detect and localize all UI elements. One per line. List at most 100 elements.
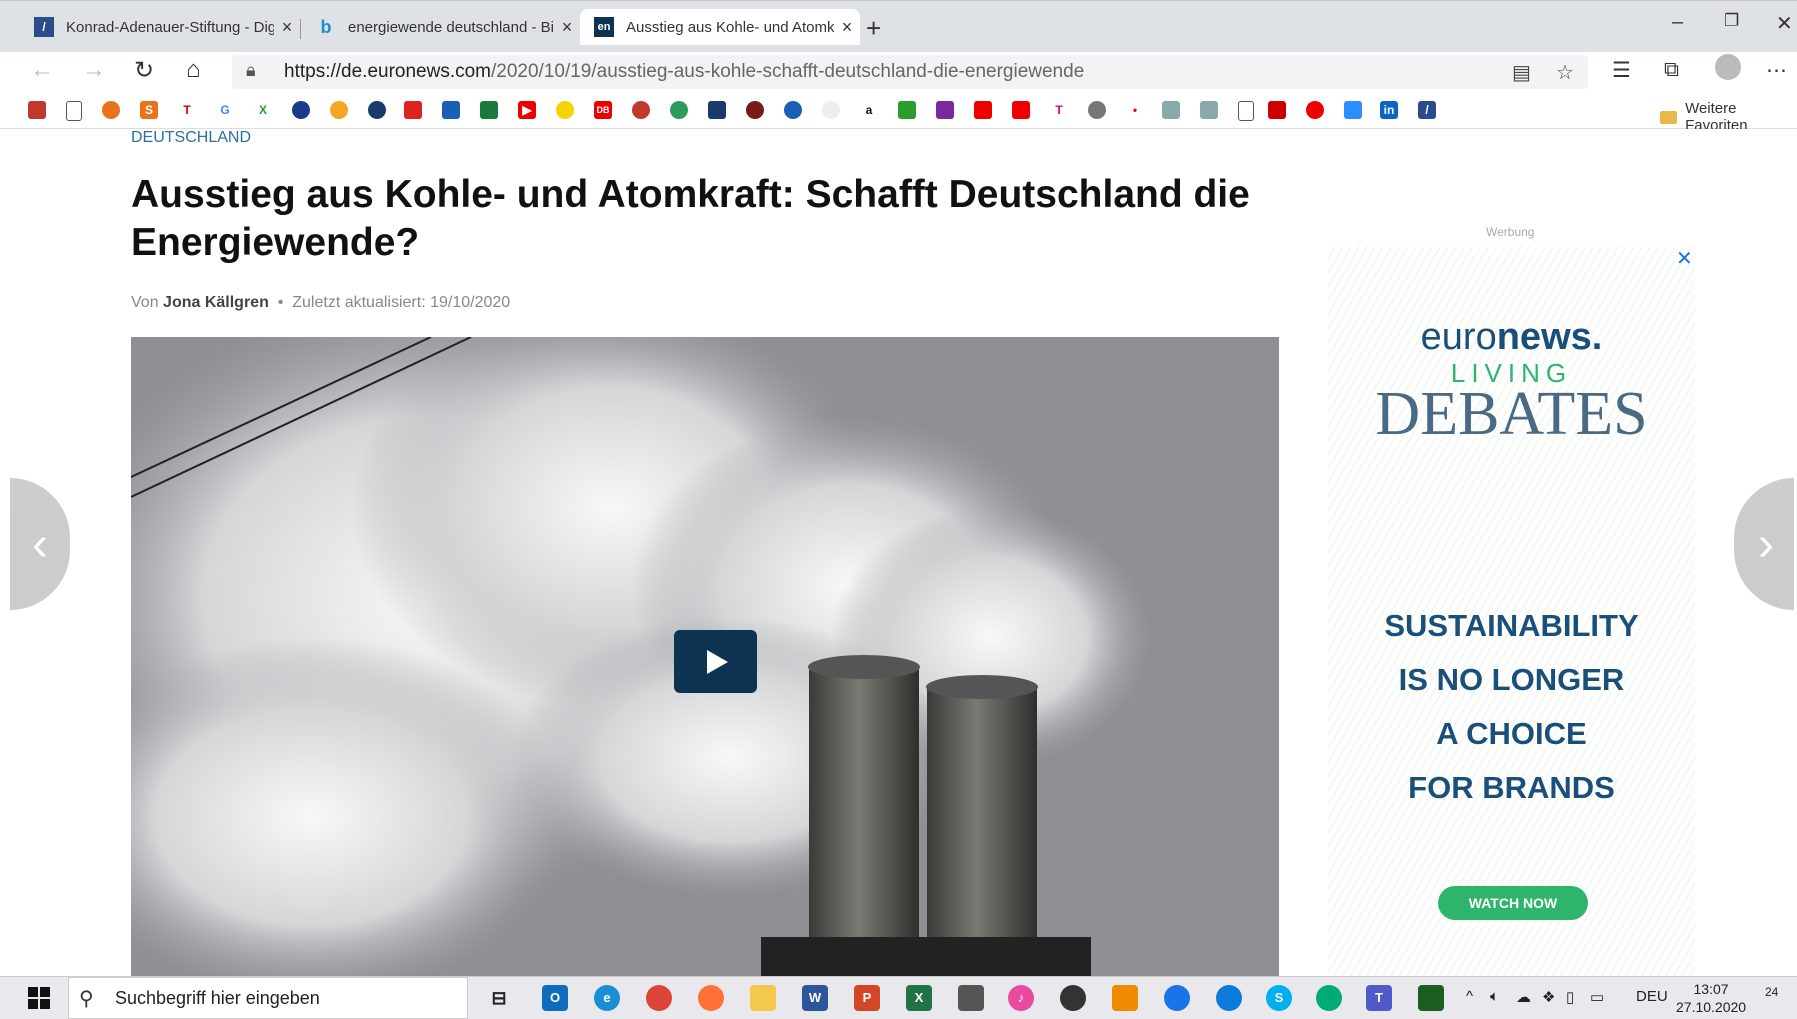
bookmark-icon[interactable] <box>1088 101 1106 119</box>
bookmark-icon[interactable]: T <box>178 101 196 119</box>
close-tab-icon[interactable]: × <box>834 17 860 38</box>
word-icon[interactable]: W <box>802 985 828 1011</box>
bookmark-icon[interactable] <box>1200 101 1218 119</box>
favorites-icon[interactable]: ☰ <box>1612 58 1631 83</box>
play-button[interactable] <box>674 630 757 693</box>
new-tab-button[interactable]: + <box>866 13 881 44</box>
back-button[interactable]: ← <box>30 56 54 84</box>
task-view-icon[interactable]: ⊟ <box>486 985 512 1011</box>
bookmark-icon[interactable] <box>632 101 650 119</box>
app-icon[interactable] <box>1316 985 1342 1011</box>
itunes-icon[interactable]: ♪ <box>1008 985 1034 1011</box>
bookmark-apps-icon[interactable] <box>28 101 46 119</box>
app-icon[interactable] <box>1418 985 1444 1011</box>
skype-icon[interactable]: S <box>1266 985 1292 1011</box>
bookmark-page-icon[interactable] <box>66 101 82 121</box>
bookmark-icon[interactable] <box>1306 101 1324 119</box>
sparkasse-icon[interactable] <box>1012 101 1030 119</box>
advertisement[interactable]: ✕ euronews. LIVING DEBATES SUSTAINABILIT… <box>1328 246 1695 976</box>
more-menu-icon[interactable]: ⋯ <box>1766 58 1787 83</box>
bookmark-icon[interactable] <box>1162 101 1180 119</box>
volume-icon[interactable]: 🔈︎ <box>1490 988 1499 1005</box>
tray-chevron-icon[interactable]: ^ <box>1466 988 1473 1005</box>
url-text[interactable]: https://de.euronews.com/2020/10/19/ausst… <box>284 61 1084 83</box>
address-bar[interactable]: 🔒︎ https://de.euronews.com/2020/10/19/au… <box>232 55 1588 89</box>
bookmark-icon[interactable] <box>708 101 726 119</box>
ad-close-icon[interactable]: ✕ <box>1676 246 1693 271</box>
favorite-star-icon[interactable]: ☆ <box>1556 60 1574 85</box>
profile-avatar[interactable] <box>1715 54 1741 80</box>
excel-icon[interactable]: X <box>906 985 932 1011</box>
kas-icon[interactable]: / <box>1418 101 1436 119</box>
network-icon[interactable]: ☁ <box>1516 988 1531 1006</box>
chrome-icon[interactable] <box>646 985 672 1011</box>
flickr-icon[interactable]: • <box>1126 101 1144 119</box>
taskbar-search-box[interactable]: ⚲ Suchbegriff hier eingeben <box>68 977 468 1019</box>
sparkasse-icon[interactable] <box>974 101 992 119</box>
carousel-next-button[interactable]: › <box>1734 478 1794 610</box>
restore-button[interactable]: ❐ <box>1724 11 1739 31</box>
amazon-icon[interactable]: a <box>860 101 878 119</box>
xing-icon[interactable]: X <box>254 101 272 119</box>
db-icon[interactable]: DB <box>594 101 612 119</box>
section-link[interactable]: DEUTSCHLAND <box>131 129 251 147</box>
bookmark-icon[interactable] <box>670 101 688 119</box>
teamviewer-icon[interactable] <box>1164 985 1190 1011</box>
bookmark-page-icon[interactable] <box>1238 101 1254 121</box>
firefox-icon[interactable] <box>698 985 724 1011</box>
tab-euronews-active[interactable]: en Ausstieg aus Kohle- und Atomkr × <box>580 9 860 45</box>
system-clock[interactable]: 13:07 27.10.2020 <box>1676 980 1746 1016</box>
forward-button[interactable]: → <box>82 56 106 84</box>
edge-icon[interactable]: e <box>594 985 620 1011</box>
bookmark-icon[interactable] <box>556 101 574 119</box>
close-tab-icon[interactable]: × <box>554 17 580 38</box>
collections-icon[interactable]: ⧉ <box>1664 58 1679 82</box>
refresh-button[interactable]: ↻ <box>134 56 154 85</box>
powerpoint-icon[interactable]: P <box>854 985 880 1011</box>
lock-icon[interactable]: 🔒︎ <box>246 60 256 81</box>
outlook-icon[interactable]: O <box>542 985 568 1011</box>
bookmark-icon[interactable] <box>898 101 916 119</box>
author-link[interactable]: Jona Källgren <box>163 294 269 311</box>
bookmark-icon[interactable] <box>936 101 954 119</box>
bookmark-icon[interactable] <box>404 101 422 119</box>
bookmark-icon[interactable] <box>368 101 386 119</box>
video-player[interactable] <box>131 337 1279 976</box>
language-indicator[interactable]: DEU <box>1636 988 1668 1005</box>
vlc-icon[interactable] <box>1112 985 1138 1011</box>
bookmark-icon[interactable] <box>330 101 348 119</box>
media-icon[interactable] <box>1060 985 1086 1011</box>
app-icon[interactable] <box>1216 985 1242 1011</box>
bookmark-icon[interactable] <box>102 101 120 119</box>
zoom-icon[interactable] <box>1344 101 1362 119</box>
usb-icon[interactable]: ▯ <box>1566 988 1574 1006</box>
bookmark-icon[interactable] <box>292 101 310 119</box>
bookmark-icon[interactable] <box>1268 101 1286 119</box>
bookmark-icon[interactable] <box>480 101 498 119</box>
display-icon[interactable]: ▭ <box>1590 988 1604 1006</box>
carousel-prev-button[interactable]: ‹ <box>10 478 70 610</box>
file-explorer-icon[interactable] <box>750 985 776 1011</box>
bookmark-icon[interactable] <box>442 101 460 119</box>
telekom-icon[interactable]: T <box>1050 101 1068 119</box>
bookmark-icon[interactable] <box>746 101 764 119</box>
home-button[interactable]: ⌂ <box>186 56 201 84</box>
read-aloud-icon[interactable]: ▤ <box>1512 60 1531 85</box>
close-window-button[interactable]: ✕ <box>1776 11 1793 36</box>
linkedin-icon[interactable]: in <box>1380 101 1398 119</box>
dropbox-icon[interactable]: ❖ <box>1542 988 1555 1006</box>
google-icon[interactable]: G <box>216 101 234 119</box>
tab-bing-search[interactable]: b energiewende deutschland - Bin × <box>302 9 580 45</box>
close-tab-icon[interactable]: × <box>274 17 300 38</box>
bookmark-icon[interactable]: S <box>140 101 158 119</box>
minimize-button[interactable]: – <box>1672 11 1683 34</box>
watch-now-button[interactable]: WATCH NOW <box>1438 886 1588 920</box>
teams-icon[interactable]: T <box>1366 985 1392 1011</box>
tab-konrad-adenauer[interactable]: / Konrad-Adenauer-Stiftung - Digi × <box>20 9 300 45</box>
youtube-icon[interactable]: ▶ <box>518 101 536 119</box>
calculator-icon[interactable] <box>958 985 984 1011</box>
notification-center-icon[interactable]: 24 <box>1765 985 1789 1009</box>
windows-start-icon[interactable] <box>28 987 50 1009</box>
bookmark-icon[interactable] <box>822 101 840 119</box>
bookmark-icon[interactable] <box>784 101 802 119</box>
